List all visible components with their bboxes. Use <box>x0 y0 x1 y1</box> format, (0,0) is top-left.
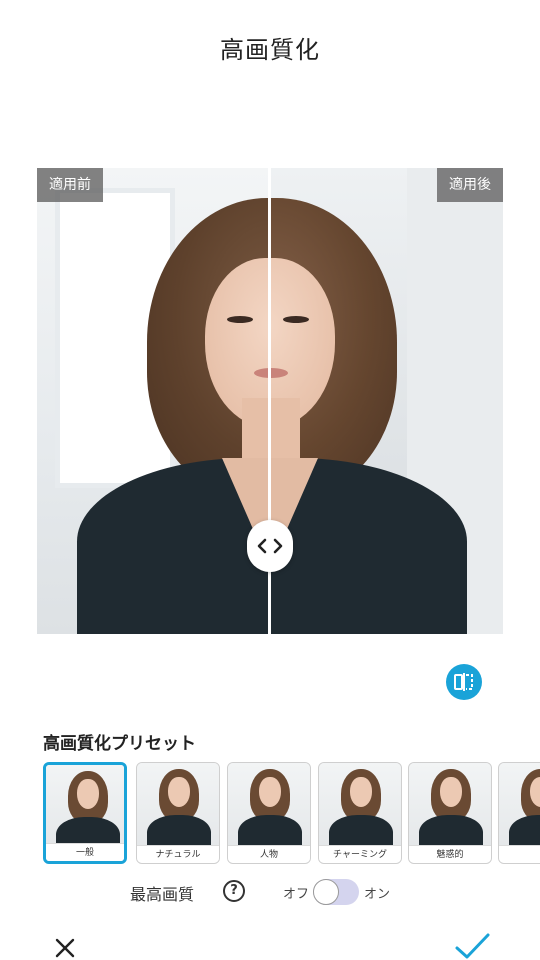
preset-item[interactable]: チャーミング <box>318 762 402 864</box>
preset-item[interactable]: 人物 <box>227 762 311 864</box>
after-label: 適用後 <box>437 168 503 202</box>
cancel-button[interactable] <box>52 936 78 960</box>
preset-item[interactable]: 魅惑的 <box>408 762 492 864</box>
preset-item[interactable]: 一般 <box>43 762 127 864</box>
preset-thumbnail <box>137 763 219 845</box>
preset-label: ナチュラル <box>137 845 219 863</box>
best-quality-row: 最高画質 ? オフ オン <box>0 879 540 905</box>
preset-label: 魅惑的 <box>409 845 491 863</box>
before-label: 適用前 <box>37 168 103 202</box>
preset-label: 一般 <box>46 843 124 861</box>
preset-thumbnail <box>319 763 401 845</box>
toggle-off-label: オフ <box>283 887 310 902</box>
page-title: 高画質化 <box>220 36 320 64</box>
eye-shape <box>227 316 253 323</box>
preset-label: 人物 <box>228 845 310 863</box>
compare-toggle-button[interactable] <box>446 664 482 700</box>
preset-list: 一般 ナチュラル 人物 チャーミング 魅惑的 <box>43 762 540 864</box>
preset-heading: 高画質化プリセット <box>43 734 196 754</box>
best-quality-toggle[interactable] <box>313 879 359 905</box>
preset-label <box>499 845 540 863</box>
preset-item[interactable] <box>498 762 540 864</box>
toggle-on-label: オン <box>364 887 391 902</box>
preset-item[interactable]: ナチュラル <box>136 762 220 864</box>
chevron-left-right-icon <box>257 538 283 554</box>
checkmark-icon <box>455 933 490 959</box>
before-after-comparison[interactable]: 適用前 適用後 <box>37 168 503 634</box>
split-compare-icon <box>454 673 473 691</box>
eye-shape <box>283 316 309 323</box>
preset-thumbnail <box>228 763 310 845</box>
toggle-knob <box>313 879 339 905</box>
preset-label: チャーミング <box>319 845 401 863</box>
best-quality-label: 最高画質 <box>130 885 195 904</box>
split-handle[interactable] <box>247 520 293 572</box>
preset-thumbnail <box>499 763 540 845</box>
preset-thumbnail <box>409 763 491 845</box>
close-icon <box>55 938 75 958</box>
confirm-button[interactable] <box>453 932 491 960</box>
question-circle-icon[interactable]: ? <box>223 880 245 902</box>
preset-thumbnail <box>46 765 124 843</box>
